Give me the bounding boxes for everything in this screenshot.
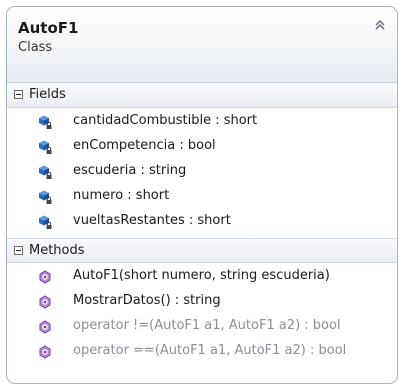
collapse-toggle-icon[interactable] — [14, 246, 23, 255]
field-item[interactable]: escuderia : string — [7, 160, 397, 185]
method-item[interactable]: MostrarDatos() : string — [7, 290, 397, 315]
method-icon — [37, 319, 53, 335]
field-item[interactable]: vueltasRestantes : short — [7, 210, 397, 235]
fields-section-header[interactable]: Fields — [7, 83, 397, 108]
method-icon — [37, 294, 53, 310]
field-label: vueltasRestantes : short — [73, 213, 231, 228]
method-label: operator ==(AutoF1 a1, AutoF1 a2) : bool — [73, 343, 347, 358]
field-item[interactable]: enCompetencia : bool — [7, 135, 397, 160]
methods-section-header[interactable]: Methods — [7, 238, 397, 263]
private-field-icon — [37, 139, 53, 155]
fields-list: cantidadCombustible : short enCompetenci… — [7, 108, 397, 238]
double-chevron-up-icon[interactable] — [373, 17, 387, 31]
private-field-icon — [37, 164, 53, 180]
methods-list: AutoF1(short numero, string escuderia) M… — [7, 263, 397, 368]
fields-section-title: Fields — [29, 87, 66, 102]
private-field-icon — [37, 189, 53, 205]
private-field-icon — [37, 214, 53, 230]
method-icon — [37, 344, 53, 360]
method-item[interactable]: operator ==(AutoF1 a1, AutoF1 a2) : bool — [7, 340, 397, 365]
method-label: operator !=(AutoF1 a1, AutoF1 a2) : bool — [73, 318, 341, 333]
methods-section-title: Methods — [29, 243, 85, 258]
method-icon — [37, 269, 53, 285]
field-item[interactable]: numero : short — [7, 185, 397, 210]
class-name: AutoF1 — [18, 19, 79, 37]
private-field-icon — [37, 114, 53, 130]
class-stereotype: Class — [18, 40, 53, 55]
field-label: cantidadCombustible : short — [73, 113, 258, 128]
class-header[interactable]: AutoF1 Class — [7, 7, 397, 83]
field-label: enCompetencia : bool — [73, 138, 216, 153]
method-label: MostrarDatos() : string — [73, 293, 221, 308]
method-item[interactable]: AutoF1(short numero, string escuderia) — [7, 265, 397, 290]
class-shape[interactable]: AutoF1 Class Fields cantidadCombustible … — [6, 6, 398, 384]
field-item[interactable]: cantidadCombustible : short — [7, 110, 397, 135]
collapse-toggle-icon[interactable] — [14, 90, 23, 99]
method-label: AutoF1(short numero, string escuderia) — [73, 268, 330, 283]
field-label: numero : short — [73, 188, 170, 203]
field-label: escuderia : string — [73, 163, 187, 178]
method-item[interactable]: operator !=(AutoF1 a1, AutoF1 a2) : bool — [7, 315, 397, 340]
